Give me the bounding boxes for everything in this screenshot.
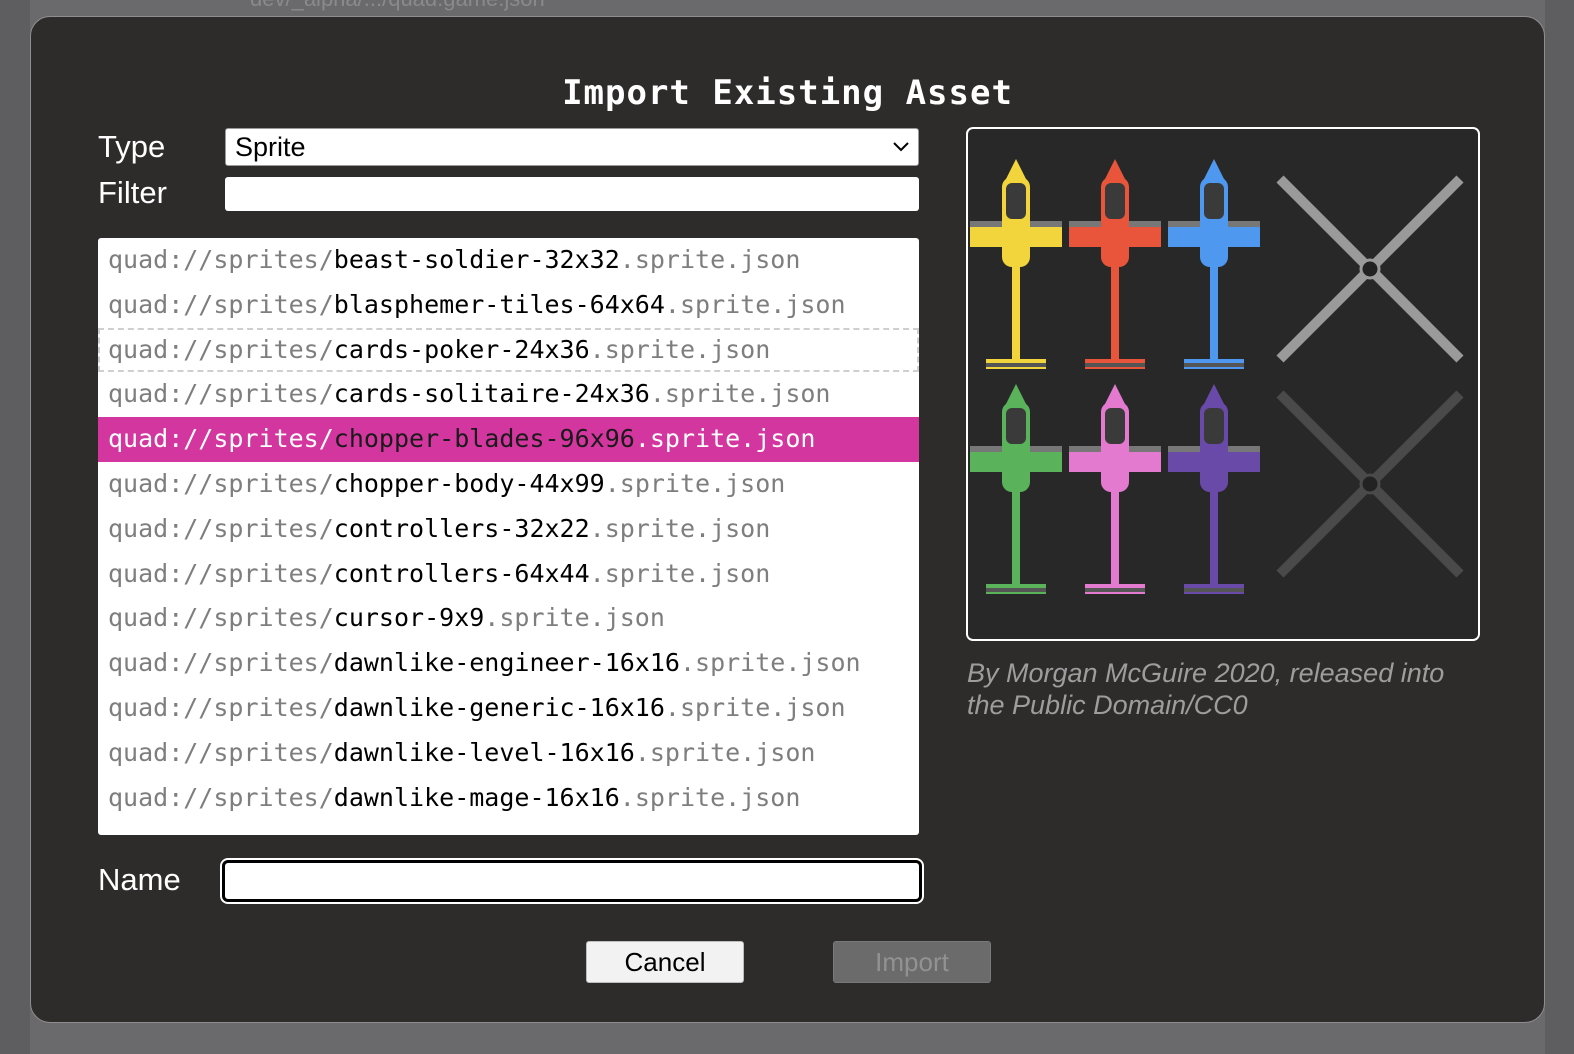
asset-path-prefix: quad://sprites/ [108, 424, 334, 454]
asset-path-prefix: quad://sprites/ [108, 558, 334, 588]
type-select-value: Sprite [235, 132, 306, 162]
rotor-blades-sprite [1276, 175, 1464, 363]
asset-name: controllers-64x44 [333, 558, 590, 588]
background-left-panel [0, 0, 30, 1054]
asset-list[interactable]: quad://sprites/beast-soldier-32x32.sprit… [98, 238, 919, 835]
asset-extension: .sprite.json [484, 603, 665, 633]
asset-name: dawnlike-level-16x16 [333, 737, 635, 767]
chevron-down-icon [893, 142, 909, 152]
asset-name: cards-solitaire-24x36 [333, 379, 650, 409]
asset-extension: .sprite.json [679, 648, 861, 678]
asset-path-prefix: quad://sprites/ [108, 334, 334, 364]
chopper-sprite [1168, 159, 1260, 369]
asset-path-prefix: quad://sprites/ [108, 648, 334, 678]
sprite-preview-image [970, 159, 1464, 594]
asset-path-prefix: quad://sprites/ [108, 737, 334, 767]
filter-label: Filter [98, 175, 167, 210]
asset-path-prefix: quad://sprites/ [108, 603, 334, 633]
asset-name: controllers-32x22 [333, 513, 590, 543]
asset-list-item[interactable]: quad://sprites/dawnlike-mage-16x16.sprit… [98, 776, 919, 821]
asset-extension: .sprite.json [619, 245, 801, 274]
chopper-sprite [1069, 384, 1161, 594]
asset-list-item[interactable]: quad://sprites/dawnlike-generic-16x16.sp… [98, 686, 919, 731]
asset-list-item[interactable]: quad://sprites/cards-solitaire-24x36.spr… [98, 372, 919, 417]
name-input[interactable] [222, 860, 922, 902]
chopper-sprite [1168, 384, 1260, 594]
asset-name: blasphemer-tiles-64x64 [333, 289, 665, 319]
import-asset-dialog: Import Existing Asset Type Sprite Filter… [30, 16, 1545, 1023]
asset-list-item[interactable]: quad://sprites/dawnlike-level-16x16.spri… [98, 731, 919, 776]
filter-input[interactable] [225, 177, 919, 211]
asset-list-item[interactable]: quad://sprites/chopper-body-44x99.sprite… [98, 462, 919, 507]
asset-name: chopper-blades-96x96 [333, 424, 635, 454]
asset-name: dawnlike-generic-16x16 [333, 692, 665, 722]
asset-extension: .sprite.json [589, 558, 771, 588]
asset-path-prefix: quad://sprites/ [108, 245, 334, 274]
asset-path-prefix: quad://sprites/ [108, 289, 334, 319]
asset-name: cursor-9x9 [333, 603, 485, 633]
asset-extension: .sprite.json [589, 513, 771, 543]
asset-list-item[interactable]: quad://sprites/blasphemer-tiles-64x64.sp… [98, 283, 919, 328]
asset-extension: .sprite.json [664, 289, 846, 319]
asset-path-prefix: quad://sprites/ [108, 468, 334, 498]
type-select[interactable]: Sprite [225, 128, 919, 166]
asset-path-prefix: quad://sprites/ [108, 692, 334, 722]
asset-extension: .sprite.json [634, 737, 816, 767]
asset-list-item[interactable]: quad://sprites/controllers-64x44.sprite.… [98, 552, 919, 597]
preview-credit: By Morgan McGuire 2020, released into th… [967, 658, 1445, 720]
cancel-button[interactable]: Cancel [586, 941, 744, 983]
chopper-sprite [1069, 159, 1161, 369]
asset-extension: .sprite.json [649, 379, 831, 409]
background-right-panel [1545, 0, 1574, 1054]
asset-name: chopper-body-44x99 [333, 468, 605, 498]
asset-extension: .sprite.json [604, 468, 786, 498]
chopper-sprite [970, 159, 1062, 369]
asset-list-item[interactable]: quad://sprites/cursor-9x9.sprite.json [98, 596, 919, 641]
asset-path-prefix: quad://sprites/ [108, 513, 334, 543]
asset-extension: .sprite.json [619, 782, 801, 812]
asset-name: dawnlike-mage-16x16 [333, 782, 620, 812]
rotor-blades-sprite [1276, 390, 1464, 578]
import-button[interactable]: Import [833, 941, 991, 983]
asset-list-item[interactable]: quad://sprites/chopper-blades-96x96.spri… [98, 417, 919, 462]
name-label: Name [98, 862, 181, 897]
asset-name: cards-poker-24x36 [333, 334, 590, 364]
chopper-sprite [970, 384, 1062, 594]
asset-list-item[interactable]: quad://sprites/cards-poker-24x36.sprite.… [98, 327, 919, 373]
asset-list-item[interactable]: quad://sprites/controllers-32x22.sprite.… [98, 507, 919, 552]
asset-name: beast-soldier-32x32 [333, 245, 620, 274]
asset-path-prefix: quad://sprites/ [108, 782, 334, 812]
asset-name: dawnlike-engineer-16x16 [333, 648, 680, 678]
background-file-path: dev/_alpha/.../quad.game.json [250, 0, 545, 12]
asset-path-prefix: quad://sprites/ [108, 379, 334, 409]
asset-list-item[interactable]: quad://sprites/beast-soldier-32x32.sprit… [98, 238, 919, 283]
type-label: Type [98, 129, 166, 164]
asset-extension: .sprite.json [634, 424, 816, 454]
sprite-preview [966, 127, 1480, 641]
asset-extension: .sprite.json [589, 334, 771, 364]
asset-list-item[interactable]: quad://sprites/dawnlike-engineer-16x16.s… [98, 641, 919, 686]
dialog-title: Import Existing Asset [562, 73, 1013, 113]
asset-extension: .sprite.json [664, 692, 846, 722]
